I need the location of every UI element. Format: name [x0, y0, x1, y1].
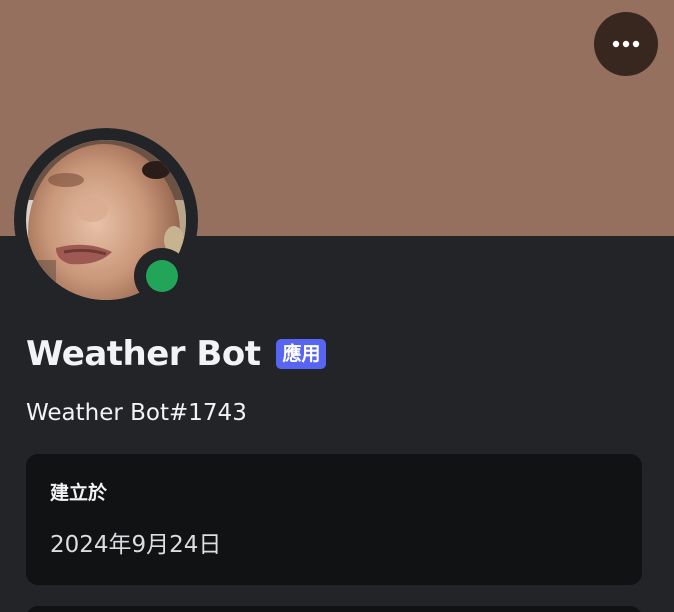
created-at-value: 2024年9月24日 [50, 532, 222, 558]
online-status-dot [146, 260, 178, 292]
avatar-container[interactable] [14, 128, 198, 312]
app-badge: 應用 [276, 339, 327, 369]
more-horizontal-icon [612, 40, 640, 48]
created-at-label: 建立於 [50, 482, 108, 504]
status-indicator [134, 248, 190, 304]
next-section-card [26, 606, 642, 612]
name-row: Weather Bot 應用 [26, 332, 327, 376]
display-name: Weather Bot [26, 334, 261, 374]
more-options-button[interactable] [594, 12, 658, 76]
username: Weather Bot#1743 [26, 400, 247, 426]
user-profile-popout: Weather Bot 應用 Weather Bot#1743 建立於 2024… [0, 0, 674, 612]
created-at-card: 建立於 2024年9月24日 [26, 454, 642, 585]
